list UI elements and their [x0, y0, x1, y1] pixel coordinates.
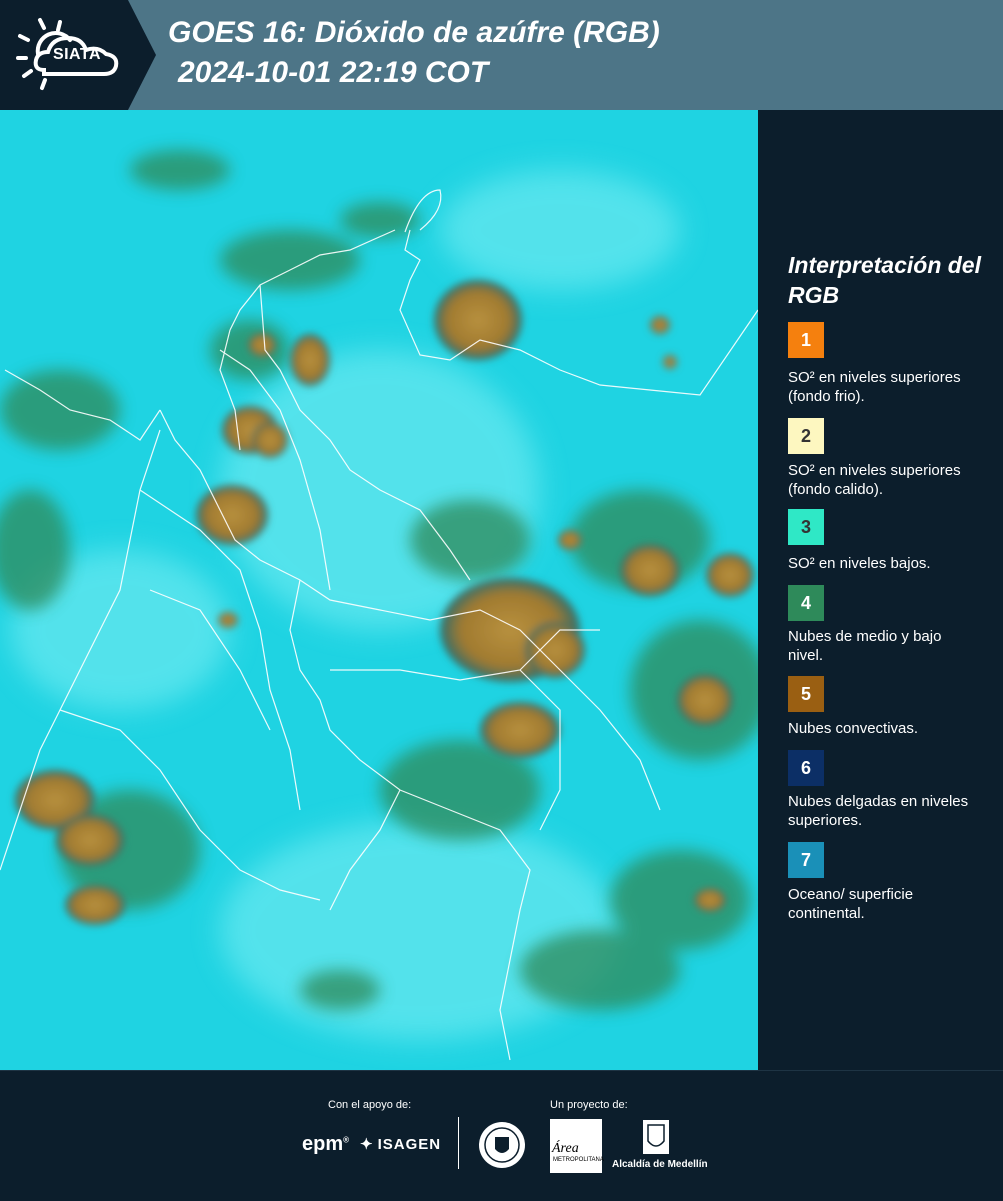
- legend-label-7: Oceano/ superficie continental.: [788, 886, 914, 922]
- isagen-logo-text: ISAGEN: [377, 1136, 442, 1153]
- legend-title: Interpretación del RGB: [788, 252, 981, 308]
- satellite-image: [0, 110, 758, 1070]
- legend-label-6: Nubes delgadas en niveles superiores.: [788, 793, 969, 829]
- legend-swatch-1: 1: [788, 322, 824, 358]
- page-title: GOES 16: Dióxido de azúfre (RGB): [168, 16, 660, 49]
- legend-swatch-7: 7: [788, 842, 824, 878]
- satellite-map[interactable]: [0, 110, 758, 1070]
- footer-divider: [458, 1117, 459, 1169]
- epm-logo-text: epm: [302, 1133, 344, 1155]
- legend-label-2: SO² en niveles superiores (fondo calido)…: [788, 462, 961, 498]
- isagen-logo: ✦ ISAGEN: [360, 1135, 441, 1153]
- siata-logo-text: SIATA: [52, 46, 102, 63]
- epm-logo: epm®: [302, 1133, 350, 1155]
- legend-label-4: Nubes de medio y bajo nivel.: [788, 628, 942, 664]
- area-logo-subtitle: METROPOLITANA: [553, 1157, 604, 1163]
- medellin-seal-icon: [479, 1122, 525, 1168]
- legend-label-5: Nubes convectivas.: [788, 720, 919, 737]
- alcaldia-label: Alcaldía de Medellín: [612, 1159, 708, 1170]
- footer: Con el apoyo de: Un proyecto de: epm® ✦ I…: [0, 1070, 1003, 1201]
- alcaldia-shield-icon: [643, 1120, 669, 1154]
- legend-swatch-6: 6: [788, 750, 824, 786]
- siata-logo-box: SIATA: [0, 0, 128, 110]
- legend-swatch-4: 4: [788, 585, 824, 621]
- header-bar: SIATA GOES 16: Dióxido de azúfre (RGB) 2…: [0, 0, 1003, 110]
- logo-arrow-shape: [128, 0, 156, 110]
- legend-label-1: SO² en niveles superiores (fondo frio).: [788, 369, 961, 405]
- legend-swatch-5: 5: [788, 676, 824, 712]
- legend-swatch-3: 3: [788, 509, 824, 545]
- legend-swatch-2: 2: [788, 418, 824, 454]
- page-timestamp: 2024-10-01 22:19 COT: [178, 56, 489, 89]
- legend-label-3: SO² en niveles bajos.: [788, 555, 931, 572]
- area-logo-text: Área: [552, 1141, 579, 1156]
- legend-panel: Interpretación del RGB 1 SO² en niveles …: [762, 110, 1003, 1070]
- support-label: Con el apoyo de:: [328, 1099, 412, 1111]
- isagen-mark-icon: ✦: [360, 1136, 374, 1153]
- project-label: Un proyecto de:: [550, 1099, 628, 1111]
